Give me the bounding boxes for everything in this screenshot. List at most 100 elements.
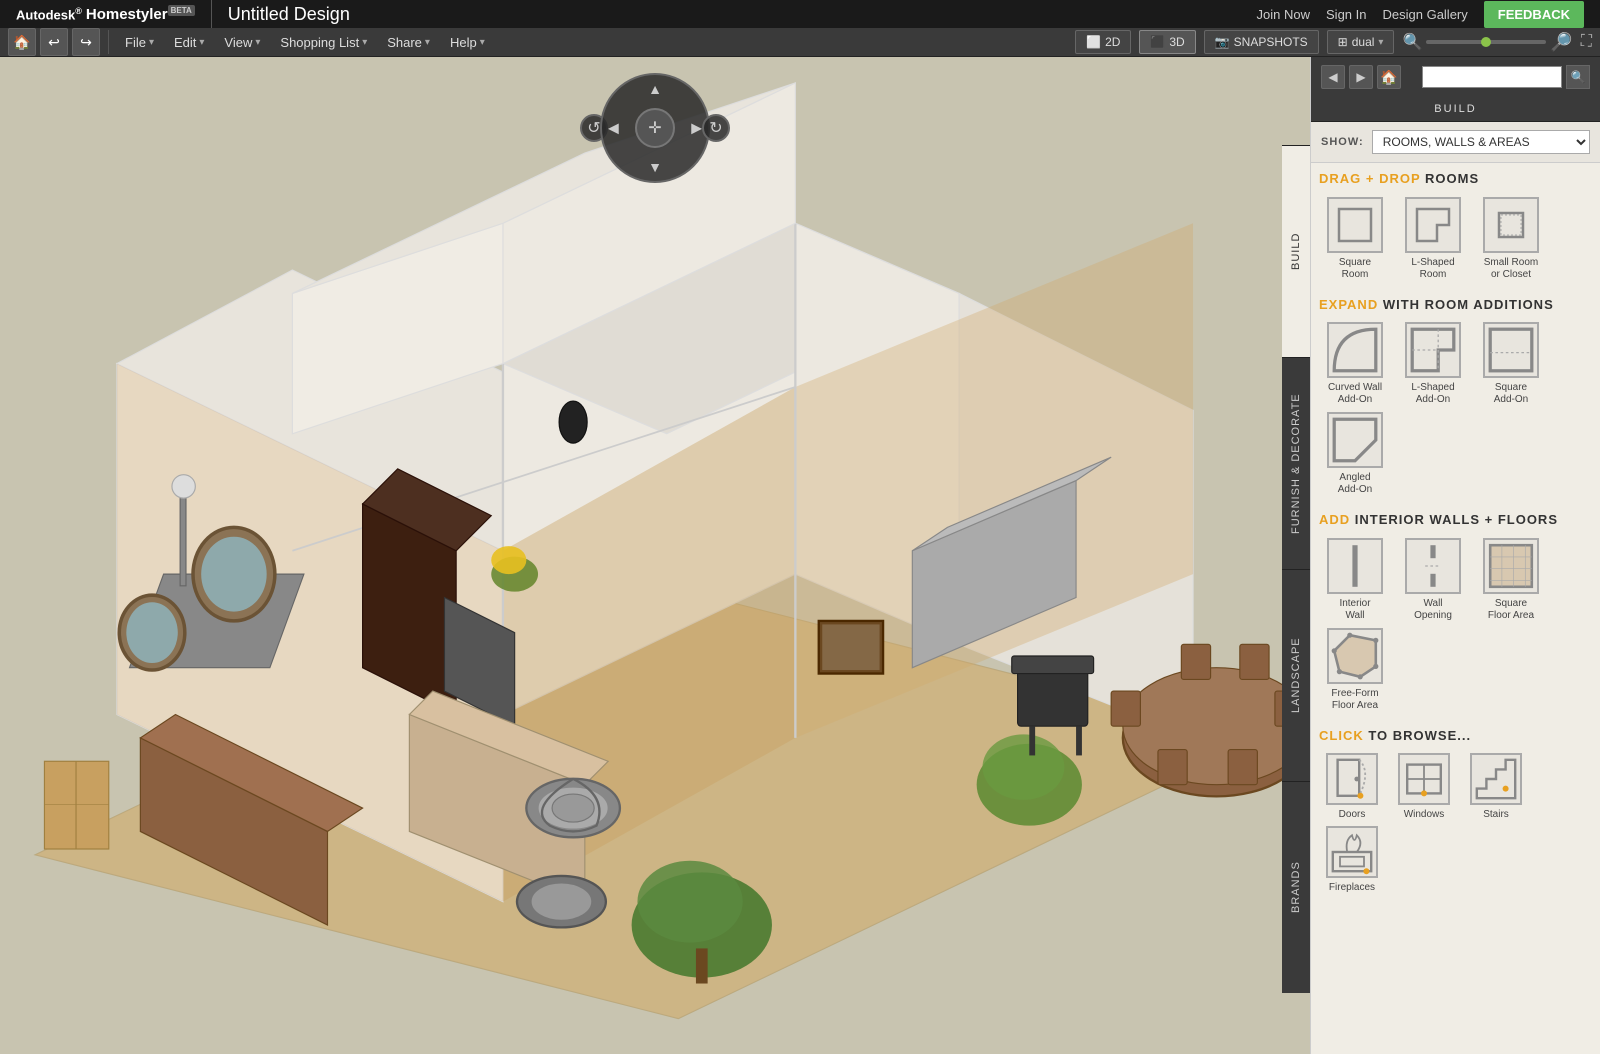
curved-wall-icon	[1327, 322, 1383, 378]
zoom-in-icon[interactable]: 🔎	[1550, 32, 1572, 53]
square-room-icon	[1327, 197, 1383, 253]
join-now-link[interactable]: Join Now	[1257, 7, 1310, 22]
view-2d-icon: ⬜	[1086, 35, 1101, 49]
home-icon-btn[interactable]: 🏠	[8, 28, 36, 56]
windows-item[interactable]: Windows	[1391, 753, 1457, 820]
logo-area: Autodesk® HomestylerBETA	[16, 6, 195, 23]
sign-in-link[interactable]: Sign In	[1326, 7, 1366, 22]
panel-search-button[interactable]: 🔍	[1566, 65, 1590, 89]
curved-wall-svg	[1329, 324, 1381, 376]
fireplaces-label: Fireplaces	[1329, 882, 1375, 893]
panel-back-button[interactable]: ◀	[1321, 65, 1345, 89]
small-room-item[interactable]: Small Roomor Closet	[1475, 197, 1547, 281]
square-addon-label: SquareAdd-On	[1494, 382, 1528, 406]
undo-btn[interactable]: ↩	[40, 28, 68, 56]
fullscreen-button[interactable]: ⛶	[1581, 33, 1592, 51]
pan-right-button[interactable]: ▶	[691, 120, 702, 137]
curved-wall-label: Curved WallAdd-On	[1328, 382, 1382, 406]
zoom-out-icon[interactable]: 🔍	[1402, 32, 1422, 52]
viewport[interactable]: ↺ ▲ ▼ ◀ ▶ ✛ ↻	[0, 57, 1310, 1054]
house-scene	[0, 57, 1310, 1054]
zoom-bar: 🔍 🔎	[1402, 32, 1572, 53]
wall-opening-item[interactable]: WallOpening	[1397, 538, 1469, 622]
drag-drop-title: DRAG + DROP ROOMS	[1319, 171, 1592, 187]
square-floor-item[interactable]: SquareFloor Area	[1475, 538, 1547, 622]
doors-svg	[1328, 755, 1376, 803]
panel-search: 🔍	[1422, 65, 1590, 89]
l-shaped-room-item[interactable]: L-ShapedRoom	[1397, 197, 1469, 281]
share-menu[interactable]: Share ▾	[379, 31, 438, 54]
panel-header: ◀ ▶ 🏠 🔍	[1311, 57, 1600, 97]
panel-nav: ◀ ▶ 🏠	[1321, 65, 1401, 89]
view-menu[interactable]: View ▾	[216, 31, 268, 54]
doors-item[interactable]: Doors	[1319, 753, 1385, 820]
content-row: ↺ ▲ ▼ ◀ ▶ ✛ ↻ BUILD FURNISH & DECORATE L…	[0, 57, 1600, 1054]
build-tab-label: BUILD	[1311, 97, 1600, 122]
rotate-right-button[interactable]: ↻	[702, 114, 730, 142]
freeform-floor-item[interactable]: Free-FormFloor Area	[1319, 628, 1391, 712]
small-room-icon	[1483, 197, 1539, 253]
square-floor-label: SquareFloor Area	[1488, 598, 1534, 622]
pan-up-button[interactable]: ▲	[648, 81, 662, 97]
show-row: SHOW: ROOMS, WALLS & AREAS FLOORS ONLY W…	[1311, 122, 1600, 163]
dual-button[interactable]: ⊞ dual ▾	[1327, 30, 1395, 54]
doors-icon	[1326, 753, 1378, 805]
fireplaces-item[interactable]: Fireplaces	[1319, 826, 1385, 893]
dual-arrow: ▾	[1378, 37, 1383, 48]
stairs-icon	[1470, 753, 1522, 805]
file-menu[interactable]: File ▾	[117, 31, 162, 54]
stairs-item[interactable]: Stairs	[1463, 753, 1529, 820]
build-tab[interactable]: BUILD	[1282, 145, 1310, 357]
panel-search-input[interactable]	[1422, 66, 1562, 88]
square-room-item[interactable]: SquareRoom	[1319, 197, 1391, 281]
square-addon-item[interactable]: SquareAdd-On	[1475, 322, 1547, 406]
toolbar: 🏠 ↩ ↪ File ▾ Edit ▾ View ▾ Shopping List…	[0, 28, 1600, 57]
side-tabs: BUILD FURNISH & DECORATE LANDSCAPE BRAND…	[1282, 145, 1310, 993]
shopping-list-menu[interactable]: Shopping List ▾	[272, 31, 375, 54]
l-shaped-room-icon	[1405, 197, 1461, 253]
zoom-slider[interactable]	[1426, 40, 1546, 44]
furnish-tab[interactable]: FURNISH & DECORATE	[1282, 357, 1310, 569]
fireplaces-icon	[1326, 826, 1378, 878]
design-title: Untitled Design	[228, 4, 350, 25]
dual-icon: ⊞	[1338, 35, 1348, 49]
view-2d-button[interactable]: ⬜ 2D	[1075, 30, 1131, 54]
edit-menu[interactable]: Edit ▾	[166, 31, 212, 54]
l-shaped-room-svg	[1413, 205, 1453, 245]
panel-content: DRAG + DROP ROOMS SquareRoom	[1311, 163, 1600, 1054]
view-3d-button[interactable]: ⬛ 3D	[1139, 30, 1195, 54]
pan-down-button[interactable]: ▼	[648, 159, 662, 175]
l-shaped-addon-item[interactable]: L-ShapedAdd-On	[1397, 322, 1469, 406]
expand-section: EXPAND WITH ROOM ADDITIONS Curved WallAd…	[1319, 297, 1592, 497]
small-room-label: Small Roomor Closet	[1484, 257, 1538, 281]
pan-left-button[interactable]: ◀	[608, 120, 619, 137]
angled-addon-svg	[1329, 414, 1381, 466]
freeform-floor-label: Free-FormFloor Area	[1331, 688, 1378, 712]
view-3d-icon: ⬛	[1150, 35, 1165, 49]
curved-wall-item[interactable]: Curved WallAdd-On	[1319, 322, 1391, 406]
additions-grid: Curved WallAdd-On L-Shape	[1319, 322, 1592, 496]
interior-wall-svg	[1329, 540, 1381, 592]
app-layout: Autodesk® HomestylerBETA Untitled Design…	[0, 0, 1600, 936]
freeform-floor-svg	[1329, 630, 1381, 682]
browse-title: CLICK TO BROWSE...	[1319, 728, 1592, 744]
interior-wall-item[interactable]: InteriorWall	[1319, 538, 1391, 622]
l-shaped-addon-svg	[1407, 324, 1459, 376]
redo-btn[interactable]: ↪	[72, 28, 100, 56]
design-gallery-link[interactable]: Design Gallery	[1383, 7, 1468, 22]
feedback-button[interactable]: FEEDBACK	[1484, 1, 1584, 28]
panel-home-button[interactable]: 🏠	[1377, 65, 1401, 89]
wall-opening-label: WallOpening	[1414, 598, 1452, 622]
landscape-tab[interactable]: LANDSCAPE	[1282, 569, 1310, 781]
drag-drop-section: DRAG + DROP ROOMS SquareRoom	[1319, 171, 1592, 281]
nav-ring: ▲ ▼ ◀ ▶ ✛	[600, 73, 710, 183]
l-shaped-room-label: L-ShapedRoom	[1411, 257, 1454, 281]
show-dropdown[interactable]: ROOMS, WALLS & AREAS FLOORS ONLY WALLS O…	[1372, 130, 1590, 154]
angled-addon-item[interactable]: AngledAdd-On	[1319, 412, 1391, 496]
panel-forward-button[interactable]: ▶	[1349, 65, 1373, 89]
snapshots-button[interactable]: 📷 SNAPSHOTS	[1204, 30, 1319, 54]
help-menu[interactable]: Help ▾	[442, 31, 493, 54]
rooms-grid: SquareRoom L-ShapedRoom	[1319, 197, 1592, 281]
brands-tab[interactable]: BRANDS	[1282, 781, 1310, 993]
l-shaped-addon-label: L-ShapedAdd-On	[1411, 382, 1454, 406]
